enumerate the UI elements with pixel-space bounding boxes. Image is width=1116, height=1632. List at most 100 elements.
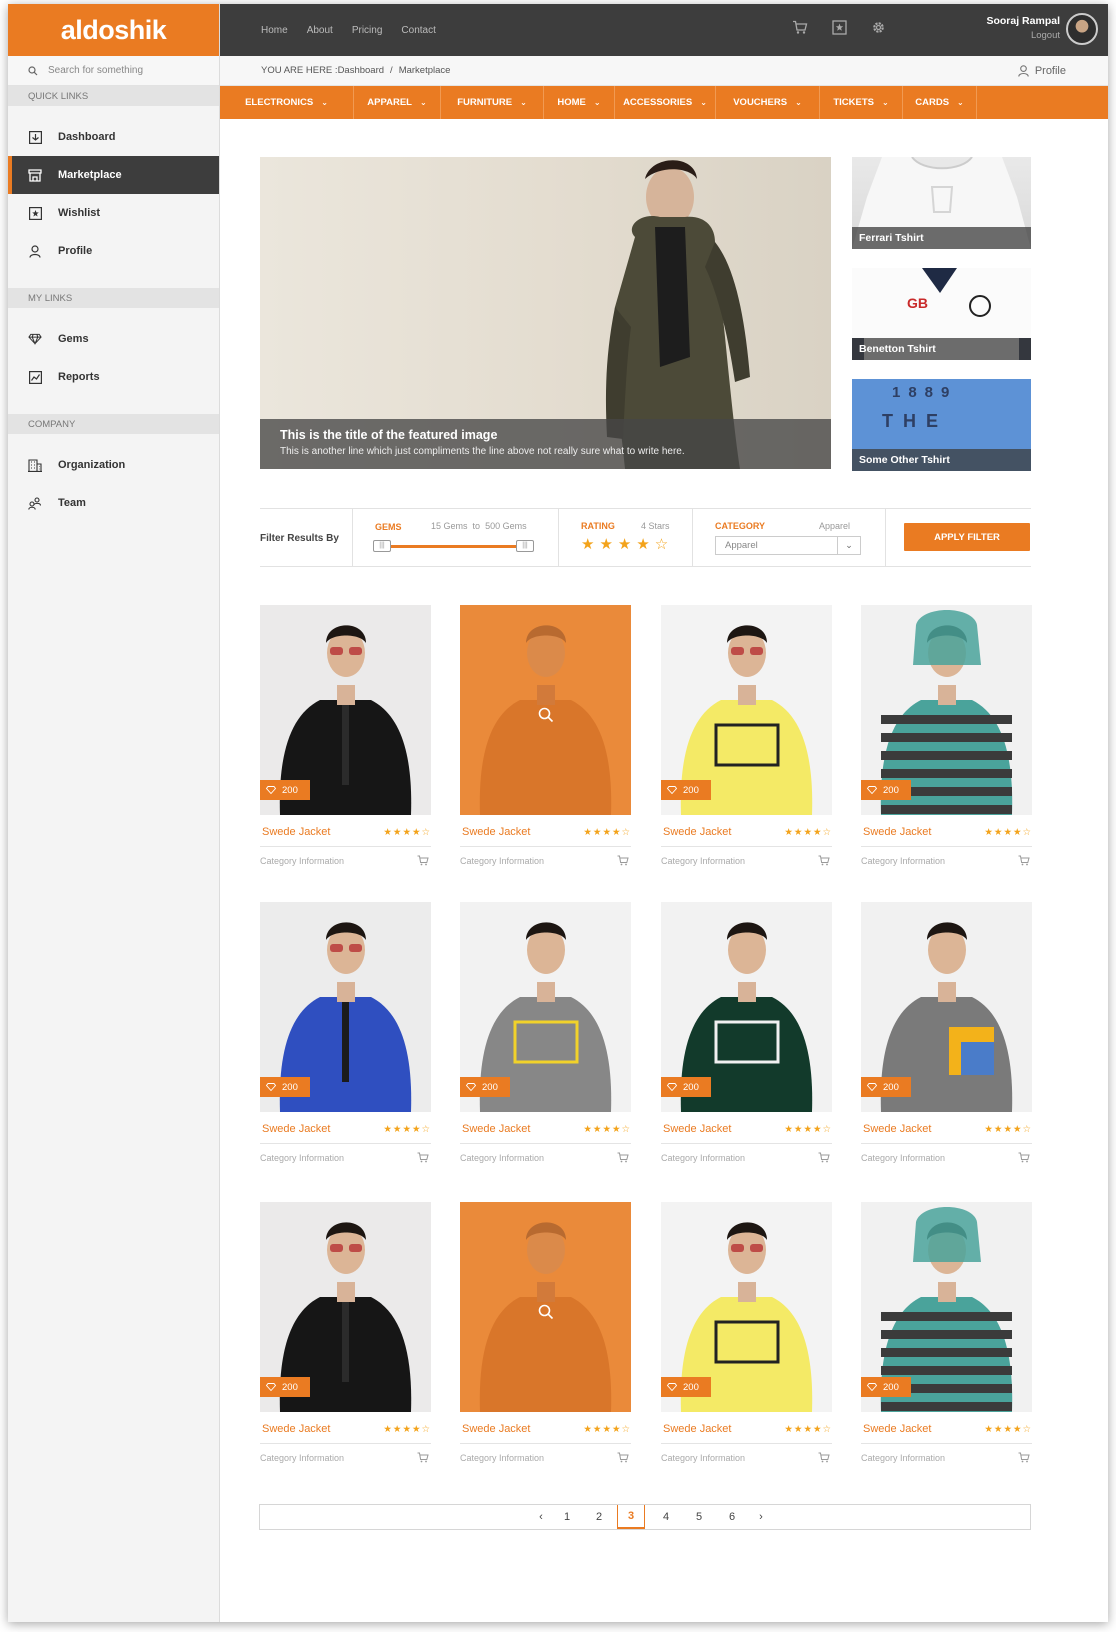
cart-icon[interactable]: [417, 855, 429, 866]
product-image[interactable]: 200: [861, 902, 1032, 1112]
product-name[interactable]: Swede Jacket: [663, 826, 731, 838]
cart-icon[interactable]: [617, 1152, 629, 1163]
pagination-prev[interactable]: ‹: [528, 1505, 554, 1529]
sidebar-item-marketplace[interactable]: Marketplace: [8, 156, 219, 194]
breadcrumb-item-dashboard[interactable]: Dashboard: [338, 65, 384, 76]
cart-icon[interactable]: [417, 1452, 429, 1463]
page-3[interactable]: 3: [617, 1505, 645, 1529]
top-nav-contact[interactable]: Contact: [401, 25, 435, 36]
product-name[interactable]: Swede Jacket: [462, 826, 530, 838]
sidebar-item-wishlist[interactable]: Wishlist: [8, 194, 219, 232]
featured-image[interactable]: This is the title of the featured image …: [260, 157, 831, 469]
product-card[interactable]: 200 Swede Jacket ★★★★☆ Category Information: [861, 605, 1032, 875]
category-furniture[interactable]: FURNITURE ⌄: [441, 86, 544, 119]
brand-logo[interactable]: aldoshik: [8, 4, 219, 56]
product-image[interactable]: 200: [460, 902, 631, 1112]
top-nav-about[interactable]: About: [307, 25, 333, 36]
product-name[interactable]: Swede Jacket: [462, 1123, 530, 1135]
product-name[interactable]: Swede Jacket: [262, 1123, 330, 1135]
product-image[interactable]: 200: [861, 605, 1032, 815]
top-nav-home[interactable]: Home: [261, 25, 288, 36]
product-card[interactable]: 200 Swede Jacket ★★★★☆ Category Information: [460, 902, 631, 1172]
side-tile-other[interactable]: 1889 THE Some Other Tshirt: [852, 379, 1031, 471]
cart-icon[interactable]: [818, 1452, 830, 1463]
zoom-icon[interactable]: [538, 1304, 554, 1320]
pagination-next[interactable]: ›: [748, 1505, 774, 1529]
product-name[interactable]: Swede Jacket: [262, 1423, 330, 1435]
product-name[interactable]: Swede Jacket: [863, 826, 931, 838]
cart-icon[interactable]: [792, 20, 808, 35]
logout-link[interactable]: Logout: [986, 30, 1060, 41]
page-4[interactable]: 4: [653, 1505, 679, 1529]
category-select[interactable]: Apparel ⌄: [715, 536, 861, 555]
page-2[interactable]: 2: [586, 1505, 612, 1529]
cart-icon[interactable]: [818, 855, 830, 866]
product-card[interactable]: 200 Swede Jacket ★★★★☆ Category Information: [661, 605, 832, 875]
cart-icon[interactable]: [617, 855, 629, 866]
product-image[interactable]: [460, 605, 631, 815]
category-electronics[interactable]: ELECTRONICS ⌄: [220, 86, 354, 119]
profile-link[interactable]: Profile: [1018, 65, 1066, 77]
product-image[interactable]: [460, 1202, 631, 1412]
product-name[interactable]: Swede Jacket: [663, 1123, 731, 1135]
cart-icon[interactable]: [1018, 1152, 1030, 1163]
gem-value: 200: [683, 784, 699, 796]
category-home[interactable]: HOME ⌄: [544, 86, 615, 119]
category-cards[interactable]: CARDS ⌄: [903, 86, 977, 119]
sidebar-item-reports[interactable]: Reports: [8, 358, 219, 396]
product-image[interactable]: 200: [260, 1202, 431, 1412]
page-6[interactable]: 6: [719, 1505, 745, 1529]
product-name[interactable]: Swede Jacket: [863, 1423, 931, 1435]
product-card[interactable]: 200 Swede Jacket ★★★★☆ Category Information: [661, 1202, 832, 1472]
product-image[interactable]: 200: [661, 605, 832, 815]
category-apparel[interactable]: APPAREL ⌄: [354, 86, 441, 119]
product-card[interactable]: 200 Swede Jacket ★★★★☆ Category Information: [861, 902, 1032, 1172]
product-image[interactable]: 200: [260, 902, 431, 1112]
sidebar-item-profile[interactable]: Profile: [8, 232, 219, 270]
product-card[interactable]: 200 Swede Jacket ★★★★☆ Category Information: [260, 605, 431, 875]
zoom-icon[interactable]: [538, 707, 554, 723]
side-tile-ferrari[interactable]: Ferrari Tshirt: [852, 157, 1031, 249]
sidebar-search[interactable]: Search for something: [8, 56, 219, 86]
product-name[interactable]: Swede Jacket: [863, 1123, 931, 1135]
product-image[interactable]: 200: [260, 605, 431, 815]
page-1[interactable]: 1: [554, 1505, 580, 1529]
product-card[interactable]: 200 Swede Jacket ★★★★☆ Category Information: [661, 902, 832, 1172]
sidebar-item-dashboard[interactable]: Dashboard: [8, 118, 219, 156]
product-card[interactable]: Swede Jacket ★★★★☆ Category Information: [460, 1202, 631, 1472]
top-nav-pricing[interactable]: Pricing: [352, 25, 383, 36]
breadcrumb-item-marketplace[interactable]: Marketplace: [399, 65, 451, 76]
product-card[interactable]: 200 Swede Jacket ★★★★☆ Category Information: [260, 1202, 431, 1472]
slider-handle-min[interactable]: |||: [373, 540, 391, 552]
product-image[interactable]: 200: [661, 902, 832, 1112]
cart-icon[interactable]: [617, 1452, 629, 1463]
sidebar-item-gems[interactable]: Gems: [8, 320, 219, 358]
sidebar-item-team[interactable]: Team: [8, 484, 219, 522]
star-box-icon[interactable]: [832, 20, 847, 35]
category-vouchers[interactable]: VOUCHERS ⌄: [716, 86, 820, 119]
rating-stars[interactable]: ★★★★☆: [581, 535, 673, 553]
avatar[interactable]: [1066, 13, 1098, 45]
product-name[interactable]: Swede Jacket: [663, 1423, 731, 1435]
cart-icon[interactable]: [1018, 1452, 1030, 1463]
product-card[interactable]: 200 Swede Jacket ★★★★☆ Category Information: [260, 902, 431, 1172]
product-image[interactable]: 200: [861, 1202, 1032, 1412]
cart-icon[interactable]: [417, 1152, 429, 1163]
user-menu[interactable]: Sooraj Rampal Logout: [986, 15, 1060, 41]
product-image[interactable]: 200: [661, 1202, 832, 1412]
category-accessories[interactable]: ACCESSORIES ⌄: [615, 86, 716, 119]
cart-icon[interactable]: [818, 1152, 830, 1163]
side-tile-benetton[interactable]: GB Benetton Tshirt: [852, 268, 1031, 360]
apply-filter-button[interactable]: APPLY FILTER: [904, 523, 1030, 551]
sidebar-item-organization[interactable]: Organization: [8, 446, 219, 484]
slider-handle-max[interactable]: |||: [516, 540, 534, 552]
category-tickets[interactable]: TICKETS ⌄: [820, 86, 903, 119]
product-card[interactable]: Swede Jacket ★★★★☆ Category Information: [460, 605, 631, 875]
product-name[interactable]: Swede Jacket: [462, 1423, 530, 1435]
gear-icon[interactable]: [871, 20, 886, 35]
page-5[interactable]: 5: [686, 1505, 712, 1529]
cart-icon[interactable]: [1018, 855, 1030, 866]
product-name[interactable]: Swede Jacket: [262, 826, 330, 838]
product-card[interactable]: 200 Swede Jacket ★★★★☆ Category Information: [861, 1202, 1032, 1472]
gems-slider[interactable]: ||| |||: [373, 540, 534, 552]
